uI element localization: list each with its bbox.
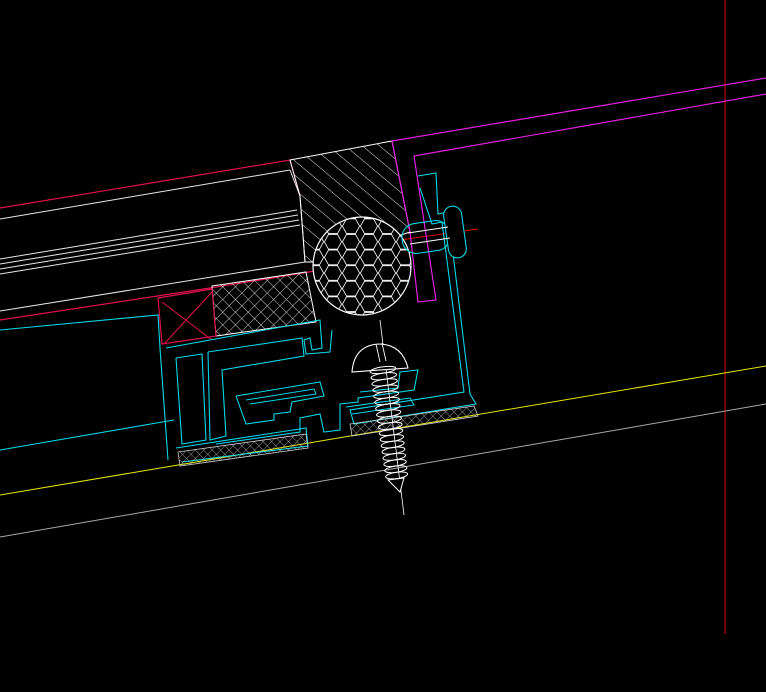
frame-body-chamber [175, 353, 207, 445]
glass-outline-top [0, 159, 301, 209]
setting-block [157, 288, 217, 345]
frame-arm-outer [0, 314, 169, 461]
glass-pane-line [0, 224, 301, 275]
screw-tip [386, 477, 405, 493]
glass-pane-line [0, 214, 299, 265]
cad-drawing-viewport [0, 0, 766, 692]
edge-gasket-left [177, 433, 309, 467]
edge-gasket-right [349, 405, 479, 437]
glass-pane-line [0, 169, 291, 220]
frame-clip-inner [245, 388, 317, 405]
spacer-block [211, 271, 317, 337]
frame-body-web [207, 337, 305, 441]
screw-head [351, 343, 409, 373]
curtain-wall-section-detail [0, 0, 766, 634]
frame-arm-inner [0, 419, 175, 451]
frame-clip [235, 381, 325, 425]
glass-pane-line [0, 219, 300, 270]
axis-line-horizontal [399, 228, 479, 241]
glass-pane-line [0, 209, 298, 260]
